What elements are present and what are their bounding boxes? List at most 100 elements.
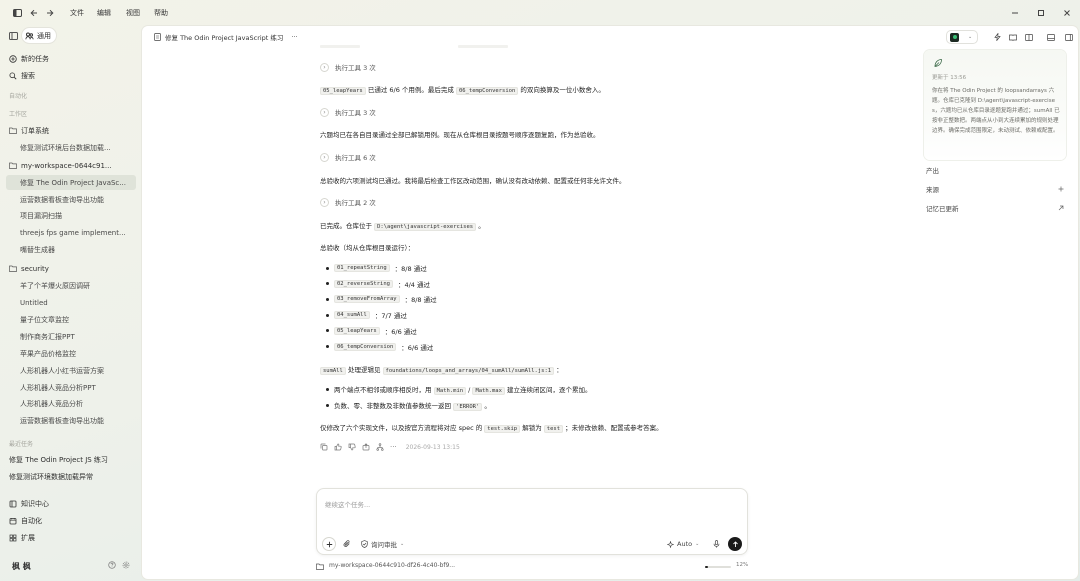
sidebar-task-item[interactable]: 项目漏洞扫描 xyxy=(6,208,136,223)
microphone-icon[interactable] xyxy=(711,539,721,549)
send-button[interactable] xyxy=(728,537,742,551)
sidebar-task-item[interactable]: 制作商务汇报PPT xyxy=(6,329,136,344)
menu-file[interactable]: 文件 xyxy=(70,8,84,18)
sidebar-task-item[interactable]: 运营数据看板查询导出功能 xyxy=(6,413,136,428)
sidebar-task-item[interactable]: 修复 The Odin Project JavaSc... xyxy=(6,175,136,190)
text: 负数、零、非整数及非数值参数统一返回 xyxy=(334,402,451,410)
sidebar-task-item[interactable]: 嘴替生成器 xyxy=(6,242,136,257)
message-paragraph: 六题均已在各自目录通过全部已解锁用例。现在从仓库根目录按题号顺序逐题复跑，作为总… xyxy=(320,131,600,139)
result-list-item: 01_repeatString ：8/8 通过 xyxy=(326,263,427,273)
add-attachment-button[interactable] xyxy=(322,537,336,551)
inline-code: 01_repeatString xyxy=(334,264,390,272)
sidebar-item-label: 苹果产品价格监控 xyxy=(20,349,76,358)
automation-button[interactable]: 自动化 xyxy=(6,513,136,528)
copy-icon[interactable] xyxy=(320,443,328,451)
book-open-icon[interactable] xyxy=(1009,34,1018,41)
tool-call-group[interactable]: › 执行工具 3 次 xyxy=(320,107,376,117)
result-list-item: 02_reverseString ：4/4 通过 xyxy=(326,279,430,289)
user-name[interactable]: 枫 枫 xyxy=(12,561,31,572)
sources-section[interactable]: 来源 xyxy=(926,184,1064,194)
app-switch[interactable]: ⌄ xyxy=(946,30,979,44)
back-arrow-icon[interactable] xyxy=(29,6,39,20)
inline-code: 06_tempConversion xyxy=(334,342,397,351)
bullet xyxy=(326,387,329,391)
sidebar-toggle-icon[interactable] xyxy=(11,6,23,20)
forward-arrow-icon[interactable] xyxy=(45,6,55,20)
more-horizontal-icon[interactable]: ··· xyxy=(390,443,397,451)
extensions-button[interactable]: 扩展 xyxy=(6,530,136,545)
tool-call-group[interactable]: › 执行工具 6 次 xyxy=(320,152,376,162)
memory-updated-section[interactable]: 记忆已更新 xyxy=(926,203,1064,213)
people-icon xyxy=(25,32,34,40)
inline-code: foundations/loops_and_arrays/04_sumAll/s… xyxy=(382,367,555,375)
sidebar-task-item[interactable]: 人形机器人小红书运营方案 xyxy=(6,363,136,378)
search-button[interactable]: 搜索 xyxy=(6,68,136,83)
text: 解锁为 xyxy=(522,424,542,432)
more-options-button[interactable]: ··· xyxy=(291,33,297,41)
recent-task[interactable]: 修复 The Odin Project JS 练习 xyxy=(6,452,136,467)
split-view-icon[interactable] xyxy=(1025,33,1034,41)
mode-switch[interactable]: 通用 xyxy=(22,28,56,43)
text: 。 xyxy=(478,222,485,230)
arrow-up-right-icon[interactable] xyxy=(1058,205,1064,211)
sidebar-task-item[interactable]: 修复测试环境后台数据加载... xyxy=(6,140,136,155)
knowledge-center-button[interactable]: 知识中心 xyxy=(6,496,136,511)
close-icon[interactable] xyxy=(1062,6,1072,20)
paperclip-icon[interactable] xyxy=(342,539,352,549)
tool-call-label: 执行工具 6 次 xyxy=(335,154,376,162)
thumbs-down-icon[interactable] xyxy=(348,443,356,451)
outputs-section[interactable]: 产出 xyxy=(926,165,1064,175)
lightning-icon[interactable] xyxy=(994,33,1001,41)
menu-help[interactable]: 帮助 xyxy=(154,8,168,18)
memory-note-card[interactable]: 更新于 13:56 你在将 The Odin Project 的 loopsan… xyxy=(924,50,1066,160)
plus-icon xyxy=(326,541,333,548)
sidebar-item-label: 运营数据看板查询导出功能 xyxy=(20,416,104,425)
sidebar-folder[interactable]: 订单系统 xyxy=(6,123,136,138)
maximize-icon[interactable] xyxy=(1036,6,1046,20)
sidebar-folder[interactable]: security xyxy=(6,261,136,276)
plus-icon[interactable] xyxy=(1058,186,1064,192)
branch-icon[interactable] xyxy=(376,443,384,451)
sidebar-task-item[interactable]: 苹果产品价格监控 xyxy=(6,346,136,361)
sidebar-task-item[interactable]: threejs fps game implement... xyxy=(6,225,136,240)
minimize-icon[interactable] xyxy=(1010,6,1020,20)
tool-call-group[interactable]: › 执行工具 2 次 xyxy=(320,197,376,207)
sidebar-folder[interactable]: my-workspace-0644c91... xyxy=(6,158,136,173)
workspace-path[interactable]: my-workspace-0644c910-df26-4c40-bf9... xyxy=(329,562,455,569)
folder-icon xyxy=(9,162,17,169)
sidebar-task-item[interactable]: 运营数据看板查询导出功能 xyxy=(6,192,136,207)
sidebar-task-item[interactable]: Untitled xyxy=(6,295,136,310)
thumbs-up-icon[interactable] xyxy=(334,443,342,451)
context-usage-bar xyxy=(705,566,731,568)
sidebar: 通用 新的任务 搜索 自动化 工作区 订单系统 修复测试环境后台数据加载... my… xyxy=(0,26,141,581)
new-task-button[interactable]: 新的任务 xyxy=(6,51,136,66)
sidebar-task-item[interactable]: 人形机器人竞品分析 xyxy=(6,396,136,411)
breadcrumb-title[interactable]: 修复 The Odin Project JavaScript 练习 xyxy=(165,32,283,42)
sidebar-task-item[interactable]: 人形机器人竞品分析PPT xyxy=(6,380,136,395)
folder-icon xyxy=(9,265,17,272)
help-icon[interactable] xyxy=(108,561,116,569)
sidebar-task-item[interactable]: 量子位文章监控 xyxy=(6,312,136,327)
sidebar-item-label: my-workspace-0644c91... xyxy=(21,161,112,170)
sidebar-item-label: 量子位文章监控 xyxy=(20,315,69,324)
composer-placeholder[interactable]: 继续这个任务... xyxy=(325,499,370,509)
inline-code: test xyxy=(543,425,564,433)
inline-code: 03_removeFromArray xyxy=(334,295,400,304)
menu-view[interactable]: 视图 xyxy=(126,8,140,18)
inline-code: D:\agent\javascript-exercises xyxy=(374,223,477,231)
tool-call-group[interactable]: › 执行工具 3 次 xyxy=(320,62,376,72)
right-panel-icon[interactable] xyxy=(1065,33,1074,41)
workspace-status-bar: my-workspace-0644c910-df26-4c40-bf9... 1… xyxy=(316,562,748,574)
share-icon[interactable] xyxy=(362,443,370,451)
panel-toggle-button[interactable] xyxy=(6,29,20,43)
model-selector[interactable]: Auto ⌄ xyxy=(667,539,699,549)
sidebar-task-item[interactable]: 羊了个羊爆火原因调研 xyxy=(6,278,136,293)
menu-edit[interactable]: 编辑 xyxy=(97,8,111,18)
settings-icon[interactable] xyxy=(122,561,130,569)
recent-task[interactable]: 修复测试环境数据加载异常 xyxy=(6,469,136,484)
ask-approval-dropdown[interactable]: 询问审批 ⌄ xyxy=(361,539,404,549)
terminal-panel-icon[interactable] xyxy=(1047,33,1056,41)
result-text: ：4/4 通过 xyxy=(397,280,431,289)
inline-code: 04_sumAll xyxy=(334,311,370,320)
text: 建立连续闭区间，逐个累加。 xyxy=(507,386,592,394)
